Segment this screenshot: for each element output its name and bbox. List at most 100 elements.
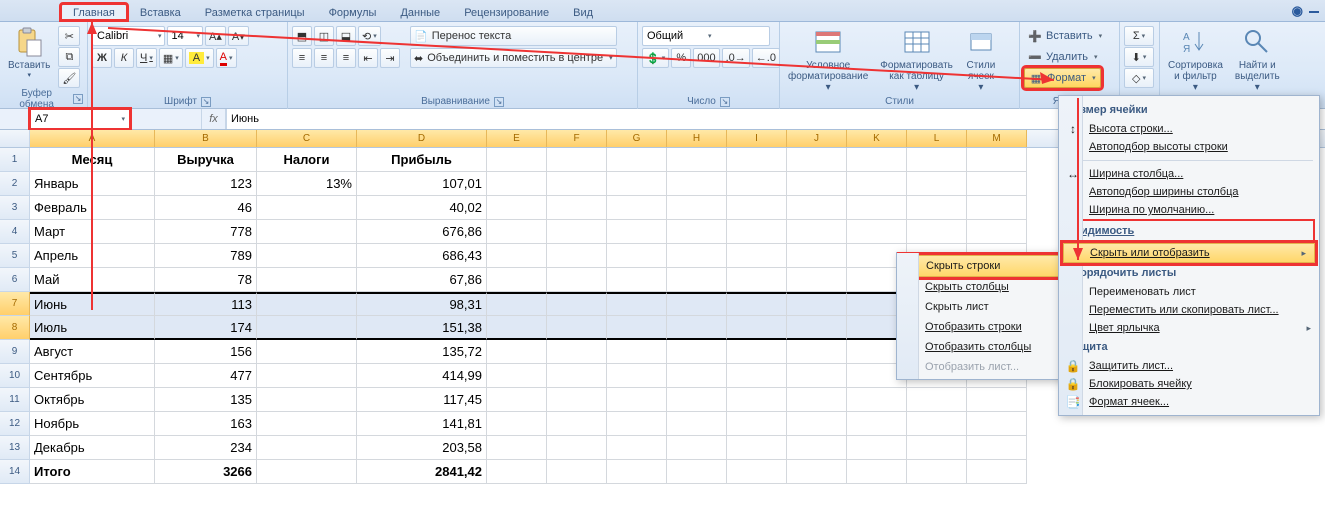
- cell[interactable]: Ноябрь: [30, 412, 155, 436]
- cell[interactable]: [667, 196, 727, 220]
- cell[interactable]: [257, 244, 357, 268]
- show-columns-item[interactable]: Отобразить столбцы: [897, 337, 1063, 357]
- tab-formulas[interactable]: Формулы: [317, 4, 389, 21]
- cell[interactable]: 98,31: [357, 292, 487, 316]
- cell[interactable]: [787, 148, 847, 172]
- cell[interactable]: Декабрь: [30, 436, 155, 460]
- align-right-button[interactable]: ≡: [336, 48, 356, 68]
- cell[interactable]: [547, 340, 607, 364]
- indent-increase-button[interactable]: ⇥: [380, 48, 400, 68]
- row-header[interactable]: 10: [0, 364, 30, 388]
- cell[interactable]: [607, 388, 667, 412]
- cell[interactable]: [727, 172, 787, 196]
- cell[interactable]: [547, 412, 607, 436]
- cell[interactable]: 151,38: [357, 316, 487, 340]
- cell[interactable]: 686,43: [357, 244, 487, 268]
- cell[interactable]: [257, 196, 357, 220]
- tab-data[interactable]: Данные: [388, 4, 452, 21]
- col-header-c[interactable]: C: [257, 130, 357, 147]
- row-header[interactable]: 14: [0, 460, 30, 484]
- cell[interactable]: [847, 412, 907, 436]
- cell[interactable]: 789: [155, 244, 257, 268]
- row-header[interactable]: 7: [0, 292, 30, 316]
- cell[interactable]: [487, 268, 547, 292]
- format-cells-dialog-item[interactable]: 📑Формат ячеек...: [1059, 393, 1319, 411]
- row-header[interactable]: 3: [0, 196, 30, 220]
- col-header-a[interactable]: A: [30, 130, 155, 147]
- cell[interactable]: [487, 172, 547, 196]
- cell[interactable]: [547, 460, 607, 484]
- cell[interactable]: [727, 388, 787, 412]
- cell[interactable]: [967, 388, 1027, 412]
- cell[interactable]: [667, 316, 727, 340]
- autofit-row-item[interactable]: Автоподбор высоты строки: [1059, 138, 1319, 156]
- cell[interactable]: Июнь: [30, 292, 155, 316]
- cell[interactable]: [907, 460, 967, 484]
- align-bottom-button[interactable]: ⬓: [336, 26, 356, 46]
- cell[interactable]: [257, 292, 357, 316]
- hide-sheet-item[interactable]: Скрыть лист: [897, 297, 1063, 317]
- cell[interactable]: 135: [155, 388, 257, 412]
- cell[interactable]: [257, 316, 357, 340]
- row-header[interactable]: 13: [0, 436, 30, 460]
- row-header[interactable]: 8: [0, 316, 30, 340]
- cell[interactable]: [727, 316, 787, 340]
- cell[interactable]: 163: [155, 412, 257, 436]
- cell[interactable]: 203,58: [357, 436, 487, 460]
- col-header-g[interactable]: G: [607, 130, 667, 147]
- cell[interactable]: [257, 412, 357, 436]
- cell[interactable]: [257, 364, 357, 388]
- cell[interactable]: [547, 316, 607, 340]
- tab-view[interactable]: Вид: [561, 4, 605, 21]
- show-rows-item[interactable]: Отобразить строки: [897, 317, 1063, 337]
- cell[interactable]: [787, 340, 847, 364]
- comma-button[interactable]: 000: [693, 48, 719, 68]
- cell[interactable]: [847, 436, 907, 460]
- shrink-font-button[interactable]: A▾: [228, 26, 249, 46]
- cell[interactable]: [907, 436, 967, 460]
- tab-review[interactable]: Рецензирование: [452, 4, 561, 21]
- cell[interactable]: [547, 172, 607, 196]
- cell[interactable]: Апрель: [30, 244, 155, 268]
- col-header-d[interactable]: D: [357, 130, 487, 147]
- percent-button[interactable]: %: [671, 48, 691, 68]
- cell[interactable]: [967, 412, 1027, 436]
- cell[interactable]: [967, 148, 1027, 172]
- number-dialog-icon[interactable]: ↘: [720, 97, 730, 107]
- hide-rows-item[interactable]: Скрыть строки: [900, 255, 1060, 277]
- minimize-ribbon-icon[interactable]: [1309, 11, 1319, 13]
- fx-button[interactable]: fx: [202, 109, 226, 129]
- cut-button[interactable]: ✂: [58, 26, 80, 46]
- cell[interactable]: [257, 388, 357, 412]
- cell[interactable]: [667, 244, 727, 268]
- cell[interactable]: [667, 172, 727, 196]
- cell[interactable]: [607, 340, 667, 364]
- clipboard-dialog-icon[interactable]: ↘: [73, 94, 83, 104]
- cell[interactable]: [727, 340, 787, 364]
- cell[interactable]: 123: [155, 172, 257, 196]
- wrap-text-button[interactable]: 📄 Перенос текста: [410, 26, 617, 46]
- cell[interactable]: [727, 244, 787, 268]
- clear-button[interactable]: ◇: [1124, 68, 1154, 88]
- align-left-button[interactable]: ≡: [292, 48, 312, 68]
- cells-area[interactable]: МесяцВыручкаНалогиПрибыльЯнварь12313%107…: [30, 148, 1027, 484]
- paste-button[interactable]: Вставить▾: [4, 24, 54, 81]
- cell[interactable]: Май: [30, 268, 155, 292]
- col-header-m[interactable]: M: [967, 130, 1027, 147]
- cell[interactable]: [967, 460, 1027, 484]
- cell[interactable]: [487, 412, 547, 436]
- row-header[interactable]: 6: [0, 268, 30, 292]
- cell[interactable]: [257, 268, 357, 292]
- decrease-decimal-button[interactable]: ←.0: [752, 48, 780, 68]
- currency-button[interactable]: 💲: [642, 48, 669, 68]
- indent-decrease-button[interactable]: ⇤: [358, 48, 378, 68]
- cell[interactable]: [547, 292, 607, 316]
- cell[interactable]: [727, 460, 787, 484]
- cell[interactable]: [487, 316, 547, 340]
- cell[interactable]: Январь: [30, 172, 155, 196]
- font-size-combo[interactable]: 14: [167, 26, 204, 46]
- cell[interactable]: 2841,42: [357, 460, 487, 484]
- cell[interactable]: [607, 460, 667, 484]
- col-header-h[interactable]: H: [667, 130, 727, 147]
- cell[interactable]: [487, 244, 547, 268]
